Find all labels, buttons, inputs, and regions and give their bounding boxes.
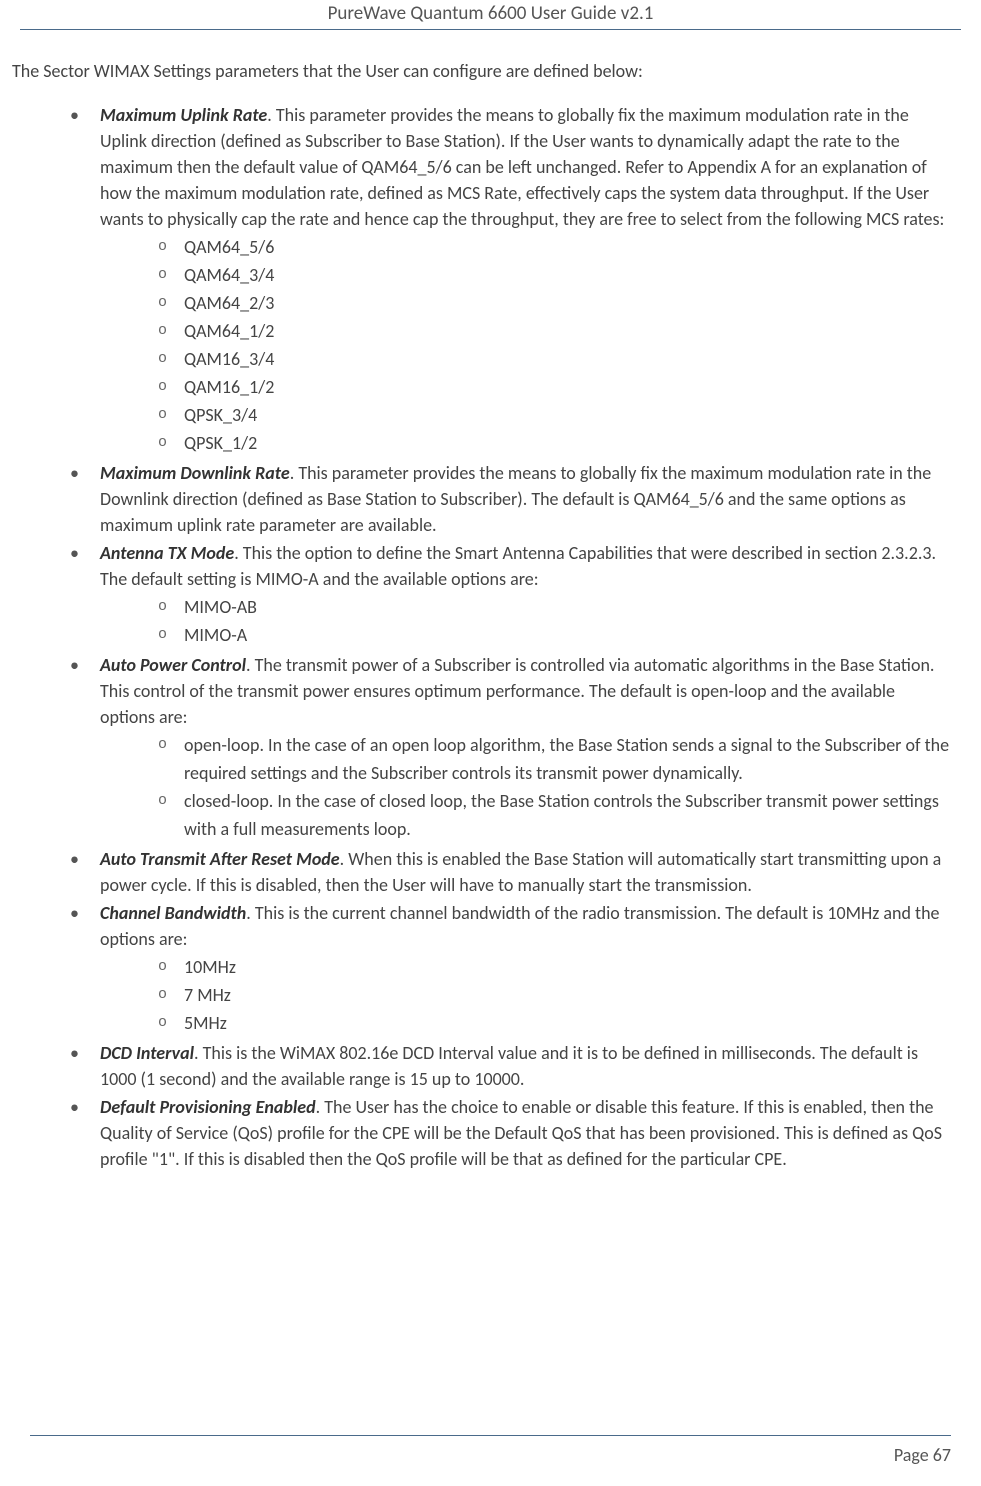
sub-option-list: MIMO-ABMIMO-A — [100, 594, 951, 650]
parameter-item: Antenna TX Mode. This the option to defi… — [70, 540, 951, 650]
sub-option-list: QAM64_5/6QAM64_3/4QAM64_2/3QAM64_1/2QAM1… — [100, 234, 951, 457]
parameter-term: Auto Power Control — [100, 654, 246, 676]
sub-option-item: MIMO-A — [158, 622, 951, 650]
parameter-term: DCD Interval — [100, 1042, 194, 1064]
parameter-term: Auto Transmit After Reset Mode — [100, 848, 340, 870]
sub-option-list: 10MHz7 MHz5MHz — [100, 954, 951, 1038]
parameter-item: Maximum Uplink Rate. This parameter prov… — [70, 102, 951, 458]
parameter-item: Maximum Downlink Rate. This parameter pr… — [70, 460, 951, 538]
parameter-term: Maximum Uplink Rate — [100, 104, 267, 126]
parameter-item: DCD Interval. This is the WiMAX 802.16e … — [70, 1040, 951, 1092]
sub-option-list: open-loop. In the case of an open loop a… — [100, 732, 951, 844]
parameter-list: Maximum Uplink Rate. This parameter prov… — [30, 102, 951, 1172]
page-content: The Sector WIMAX Settings parameters tha… — [0, 60, 981, 1172]
sub-option-item: closed-loop. In the case of closed loop,… — [158, 788, 951, 844]
page-header: PureWave Quantum 6600 User Guide v2.1 — [20, 0, 961, 30]
parameter-item: Auto Power Control. The transmit power o… — [70, 652, 951, 844]
parameter-item: Auto Transmit After Reset Mode. When thi… — [70, 846, 951, 898]
sub-option-item: QAM16_3/4 — [158, 346, 951, 374]
sub-option-item: 10MHz — [158, 954, 951, 982]
parameter-term: Antenna TX Mode — [100, 542, 234, 564]
sub-option-item: open-loop. In the case of an open loop a… — [158, 732, 951, 788]
sub-option-item: QAM64_3/4 — [158, 262, 951, 290]
parameter-term: Maximum Downlink Rate — [100, 462, 290, 484]
sub-option-item: 7 MHz — [158, 982, 951, 1010]
parameter-term: Default Provisioning Enabled — [100, 1096, 316, 1118]
page-footer: Page 67 — [30, 1435, 951, 1466]
parameter-item: Default Provisioning Enabled. The User h… — [70, 1094, 951, 1172]
sub-option-item: QAM16_1/2 — [158, 374, 951, 402]
parameter-description: . This is the WiMAX 802.16e DCD Interval… — [100, 1042, 918, 1090]
sub-option-item: QPSK_1/2 — [158, 430, 951, 458]
sub-option-item: QAM64_1/2 — [158, 318, 951, 346]
sub-option-item: QAM64_2/3 — [158, 290, 951, 318]
sub-option-item: QPSK_3/4 — [158, 402, 951, 430]
parameter-term: Channel Bandwidth — [100, 902, 246, 924]
sub-option-item: MIMO-AB — [158, 594, 951, 622]
page-number: Page 67 — [894, 1444, 951, 1466]
sub-option-item: 5MHz — [158, 1010, 951, 1038]
parameter-item: Channel Bandwidth. This is the current c… — [70, 900, 951, 1038]
intro-text: The Sector WIMAX Settings parameters tha… — [12, 60, 951, 82]
sub-option-item: QAM64_5/6 — [158, 234, 951, 262]
header-title: PureWave Quantum 6600 User Guide v2.1 — [328, 2, 654, 25]
